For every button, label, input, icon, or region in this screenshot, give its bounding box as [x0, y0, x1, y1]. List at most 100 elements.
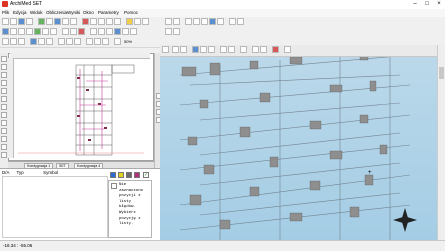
minimize-button[interactable]: –	[409, 0, 421, 9]
3d-rotate-icon[interactable]	[192, 46, 199, 53]
filter-icon[interactable]	[173, 28, 180, 35]
3d-export-icon[interactable]	[284, 46, 291, 53]
print-icon[interactable]	[26, 18, 33, 25]
room-icon[interactable]	[2, 28, 9, 35]
menu-pomoc[interactable]: Pomoc	[124, 10, 138, 15]
tool-select-icon[interactable]	[1, 56, 7, 62]
arrow-left-icon[interactable]	[2, 38, 9, 45]
check-icon[interactable]: ✓	[143, 172, 149, 178]
floor-plan-drawing[interactable]	[14, 59, 152, 159]
radiator-icon[interactable]	[34, 28, 41, 35]
valve-icon[interactable]	[42, 28, 49, 35]
close-button[interactable]: ×	[433, 0, 445, 9]
checkbox[interactable]	[111, 183, 117, 189]
report-icon[interactable]	[98, 28, 105, 35]
element-icon[interactable]	[62, 18, 69, 25]
color-swatch-gray[interactable]	[126, 172, 132, 178]
tool-pipe-icon[interactable]	[1, 88, 7, 94]
zoom-out-icon[interactable]	[193, 18, 200, 25]
color-swatch-magenta[interactable]	[134, 172, 140, 178]
menu-plik[interactable]: Plik	[2, 10, 9, 15]
tool-measure-icon[interactable]	[1, 120, 7, 126]
pan-icon[interactable]	[209, 18, 216, 25]
redo-icon[interactable]	[173, 18, 180, 25]
3d-view[interactable]: +	[160, 45, 437, 240]
tool-riser-icon[interactable]	[1, 112, 7, 118]
wall-icon[interactable]	[10, 28, 17, 35]
riser-icon[interactable]	[62, 28, 69, 35]
grid-icon[interactable]	[134, 18, 141, 25]
tool-wall-icon[interactable]	[1, 64, 7, 70]
zoom-level[interactable]: 50%	[124, 39, 132, 44]
circle-icon[interactable]	[74, 38, 81, 45]
trim-icon[interactable]	[114, 38, 121, 45]
table-icon[interactable]	[90, 28, 97, 35]
new-icon[interactable]	[2, 18, 9, 25]
line-icon[interactable]	[58, 38, 65, 45]
menu-okno[interactable]: Okno	[83, 10, 94, 15]
view-2d-icon[interactable]	[30, 38, 37, 45]
mirror-icon[interactable]	[114, 18, 121, 25]
text-icon[interactable]	[86, 38, 93, 45]
pipe-icon[interactable]	[38, 18, 45, 25]
scroll-thumb[interactable]	[439, 67, 444, 79]
measure-icon[interactable]	[217, 18, 224, 25]
undo-icon[interactable]	[165, 18, 172, 25]
3d-zoom-icon[interactable]	[208, 46, 215, 53]
color-swatch-blue[interactable]	[110, 172, 116, 178]
messages-table[interactable]	[2, 176, 108, 238]
home-icon[interactable]	[18, 38, 25, 45]
plan-icon[interactable]	[130, 28, 137, 35]
menu-wyniki[interactable]: Wyniki	[67, 10, 80, 15]
snap-icon[interactable]	[142, 18, 149, 25]
color-icon[interactable]	[165, 28, 172, 35]
3d-front-icon[interactable]	[172, 46, 179, 53]
menu-edycja[interactable]: Edycja	[13, 10, 27, 15]
color-swatch-yellow[interactable]	[118, 172, 124, 178]
3d-cut-icon[interactable]	[240, 46, 247, 53]
3d-vertical-scrollbar[interactable]	[437, 45, 445, 240]
maximize-button[interactable]: □	[421, 0, 433, 9]
3d-model[interactable]: +	[160, 45, 437, 240]
3d-light-icon[interactable]	[220, 46, 227, 53]
open-icon[interactable]	[10, 18, 17, 25]
pointer-icon[interactable]	[46, 38, 53, 45]
check-icon[interactable]	[106, 28, 113, 35]
3d-side-icon[interactable]	[180, 46, 187, 53]
tool-door-icon[interactable]	[1, 72, 7, 78]
duct-icon[interactable]	[46, 18, 53, 25]
section-icon[interactable]	[122, 28, 129, 35]
floor-icon[interactable]	[114, 28, 121, 35]
3d-shade-icon[interactable]	[228, 46, 235, 53]
rect-icon[interactable]	[66, 38, 73, 45]
hatch-icon[interactable]	[102, 38, 109, 45]
copy-icon[interactable]	[90, 18, 97, 25]
zoom-in-icon[interactable]	[185, 18, 192, 25]
3d-highlight-icon[interactable]	[272, 46, 279, 53]
view-3d-icon[interactable]	[38, 38, 45, 45]
rotate-icon[interactable]	[106, 18, 113, 25]
tool-text-icon[interactable]	[1, 128, 7, 134]
menu-parametry[interactable]: Parametry	[98, 10, 119, 15]
tool-copy-icon[interactable]	[1, 144, 7, 150]
3d-hide-icon[interactable]	[260, 46, 267, 53]
tool-move-icon[interactable]	[1, 152, 7, 158]
layers-icon[interactable]	[237, 18, 244, 25]
tool-window-icon[interactable]	[1, 80, 7, 86]
save-icon[interactable]	[18, 18, 25, 25]
zoom-fit-icon[interactable]	[201, 18, 208, 25]
boiler-icon[interactable]	[50, 28, 57, 35]
tool-erase-icon[interactable]	[1, 136, 7, 142]
3d-home-icon[interactable]	[162, 46, 169, 53]
move-icon[interactable]	[98, 18, 105, 25]
calc-icon[interactable]	[78, 28, 85, 35]
arrow-right-icon[interactable]	[10, 38, 17, 45]
stairs-icon[interactable]	[26, 28, 33, 35]
highlight-icon[interactable]	[126, 18, 133, 25]
view-icon[interactable]	[229, 18, 236, 25]
connector-icon[interactable]	[70, 28, 77, 35]
menu-widok[interactable]: Widok	[30, 10, 43, 15]
tool-valve-icon[interactable]	[1, 104, 7, 110]
menu-obliczenia[interactable]: Obliczenia	[46, 10, 67, 15]
3d-select-icon[interactable]	[252, 46, 259, 53]
